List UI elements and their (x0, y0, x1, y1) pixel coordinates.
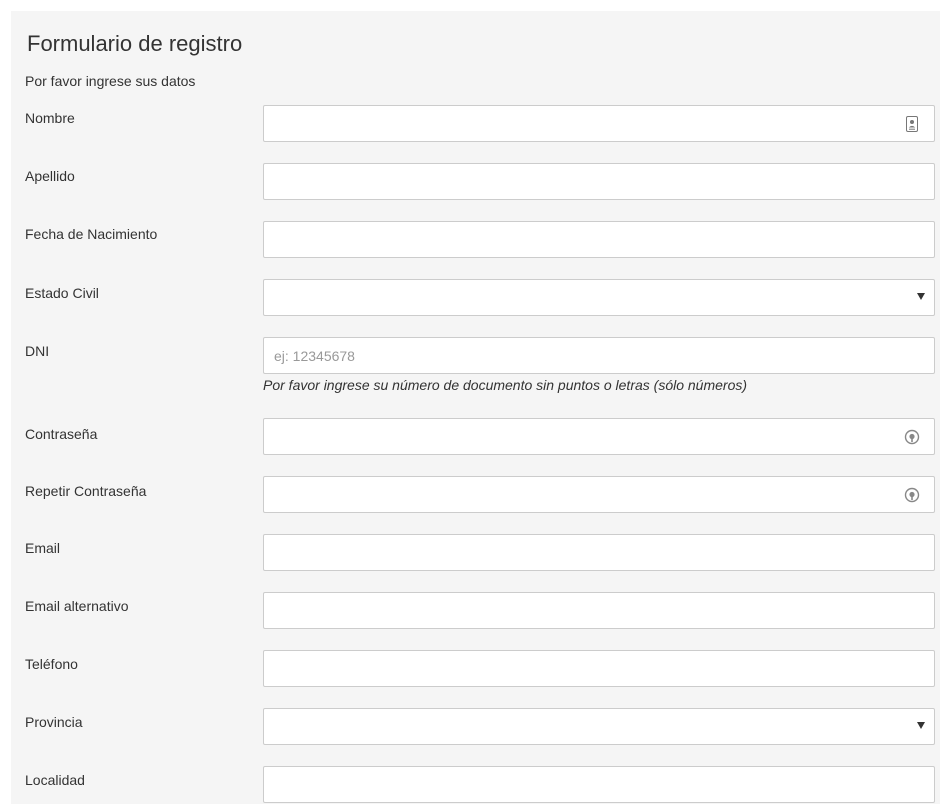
fecha-nacimiento-input[interactable] (263, 221, 935, 258)
chevron-down-icon[interactable] (917, 722, 925, 729)
repetir-contrasena-input[interactable] (263, 476, 935, 513)
contact-card-icon[interactable] (904, 115, 920, 133)
label-repetir-contrasena: Repetir Contraseña (25, 483, 147, 499)
provincia-select[interactable] (263, 708, 935, 745)
label-email-alternativo: Email alternativo (25, 598, 129, 614)
form-subtitle: Por favor ingrese sus datos (25, 73, 196, 89)
label-localidad: Localidad (25, 772, 85, 788)
apellido-input[interactable] (263, 163, 935, 200)
label-provincia: Provincia (25, 714, 83, 730)
label-nombre: Nombre (25, 110, 75, 126)
label-estado-civil: Estado Civil (25, 285, 99, 301)
contrasena-input[interactable] (263, 418, 935, 455)
password-manager-icon[interactable] (904, 486, 920, 504)
dni-input[interactable]: ej: 12345678 (263, 337, 935, 374)
estado-civil-select[interactable] (263, 279, 935, 316)
label-apellido: Apellido (25, 168, 75, 184)
email-alternativo-input[interactable] (263, 592, 935, 629)
dni-help-text: Por favor ingrese su número de documento… (263, 377, 748, 393)
localidad-input[interactable] (263, 766, 935, 803)
label-telefono: Teléfono (25, 656, 78, 672)
label-email: Email (25, 540, 61, 556)
telefono-input[interactable] (263, 650, 935, 687)
dni-placeholder: ej: 12345678 (274, 348, 355, 364)
email-input[interactable] (263, 534, 935, 571)
password-manager-icon[interactable] (904, 428, 920, 446)
nombre-input[interactable] (263, 105, 935, 142)
chevron-down-icon[interactable] (917, 293, 925, 300)
form-title: Formulario de registro (27, 31, 243, 56)
label-dni: DNI (25, 343, 50, 359)
label-fecha-nacimiento: Fecha de Nacimiento (25, 226, 158, 242)
label-contrasena: Contraseña (25, 426, 98, 442)
